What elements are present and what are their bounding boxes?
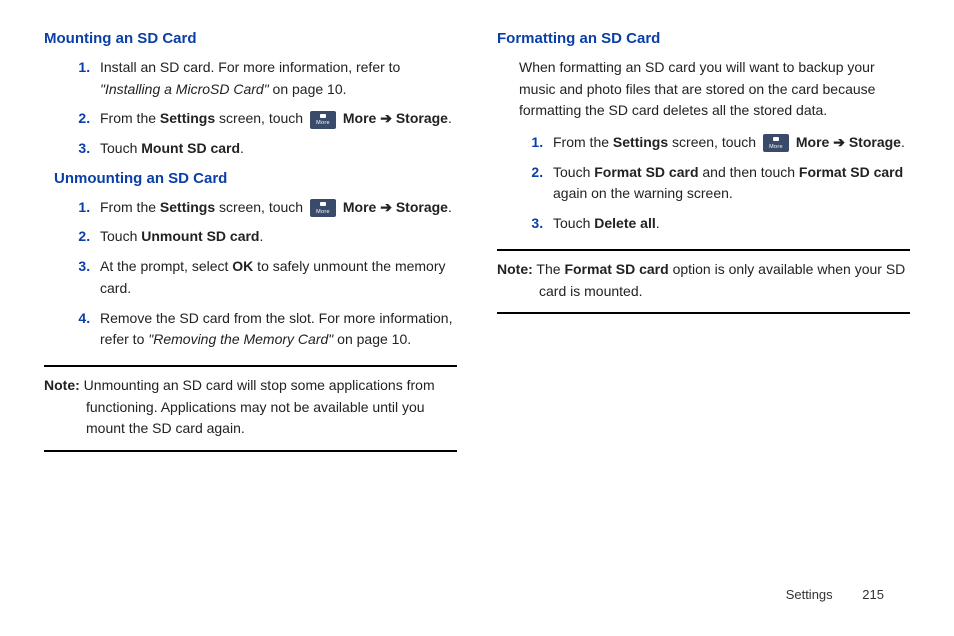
footer-page-number: 215 (862, 587, 884, 602)
note-label: Note: (44, 377, 80, 393)
note-unmount: Note: Unmounting an SD card will stop so… (44, 365, 457, 452)
arrow-icon: ➔ (380, 110, 392, 126)
bold: Storage (396, 110, 448, 126)
unmount-step-3: At the prompt, select OK to safely unmou… (94, 256, 457, 299)
mount-step-2: From the Settings screen, touch More ➔ S… (94, 108, 457, 130)
text: Touch (100, 140, 141, 156)
bold: Settings (613, 134, 668, 150)
page-footer: Settings 215 (786, 587, 884, 602)
text: . (656, 215, 660, 231)
mount-step-3: Touch Mount SD card. (94, 138, 457, 160)
bold: Storage (396, 199, 448, 215)
bold: OK (232, 258, 253, 274)
text: . (240, 140, 244, 156)
format-step-3: Touch Delete all. (547, 213, 910, 235)
text: Install an SD card. For more information… (100, 59, 400, 75)
format-intro: When formatting an SD card you will want… (519, 57, 910, 122)
text: . (448, 110, 452, 126)
text: Touch (553, 164, 594, 180)
bold: Mount SD card (141, 140, 240, 156)
text: From the (553, 134, 613, 150)
unmounting-steps: From the Settings screen, touch More ➔ S… (44, 197, 457, 351)
bold: Settings (160, 110, 215, 126)
right-column: Formatting an SD Card When formatting an… (497, 30, 910, 466)
bold: Delete all (594, 215, 655, 231)
text: on page 10. (269, 81, 347, 97)
note-format: Note: The Format SD card option is only … (497, 249, 910, 314)
text: again on the warning screen. (553, 185, 733, 201)
footer-section: Settings (786, 587, 833, 602)
format-step-2: Touch Format SD card and then touch Form… (547, 162, 910, 205)
bold: Storage (849, 134, 901, 150)
bold: Format SD card (799, 164, 903, 180)
mount-step-1: Install an SD card. For more information… (94, 57, 457, 100)
text: Touch (553, 215, 594, 231)
format-step-1: From the Settings screen, touch More ➔ S… (547, 132, 910, 154)
text: and then touch (699, 164, 799, 180)
text: From the (100, 199, 160, 215)
ref-italic: "Installing a MicroSD Card" (100, 81, 269, 97)
arrow-icon: ➔ (833, 134, 845, 150)
unmount-step-1: From the Settings screen, touch More ➔ S… (94, 197, 457, 219)
note-label: Note: (497, 261, 533, 277)
unmount-step-4: Remove the SD card from the slot. For mo… (94, 308, 457, 351)
note-body: Unmounting an SD card will stop some app… (80, 377, 435, 436)
more-icon (763, 134, 789, 152)
heading-mounting: Mounting an SD Card (44, 30, 457, 47)
bold: More (792, 134, 833, 150)
arrow-icon: ➔ (380, 199, 392, 215)
bold: More (339, 199, 380, 215)
text: on page 10. (333, 331, 411, 347)
left-column: Mounting an SD Card Install an SD card. … (44, 30, 457, 466)
bold: Format SD card (594, 164, 698, 180)
text: From the (100, 110, 160, 126)
text: screen, touch (215, 199, 307, 215)
more-icon (310, 199, 336, 217)
text: At the prompt, select (100, 258, 232, 274)
text: The (533, 261, 565, 277)
ref-italic: "Removing the Memory Card" (148, 331, 333, 347)
unmount-step-2: Touch Unmount SD card. (94, 226, 457, 248)
text: . (259, 228, 263, 244)
mounting-steps: Install an SD card. For more information… (44, 57, 457, 160)
bold: Unmount SD card (141, 228, 259, 244)
bold: Settings (160, 199, 215, 215)
text: screen, touch (215, 110, 307, 126)
text: . (448, 199, 452, 215)
formatting-steps: From the Settings screen, touch More ➔ S… (497, 132, 910, 235)
more-icon (310, 111, 336, 129)
heading-unmounting: Unmounting an SD Card (54, 170, 457, 187)
text: Touch (100, 228, 141, 244)
text: screen, touch (668, 134, 760, 150)
heading-formatting: Formatting an SD Card (497, 30, 910, 47)
text: . (901, 134, 905, 150)
bold: Format SD card (564, 261, 668, 277)
bold: More (339, 110, 380, 126)
